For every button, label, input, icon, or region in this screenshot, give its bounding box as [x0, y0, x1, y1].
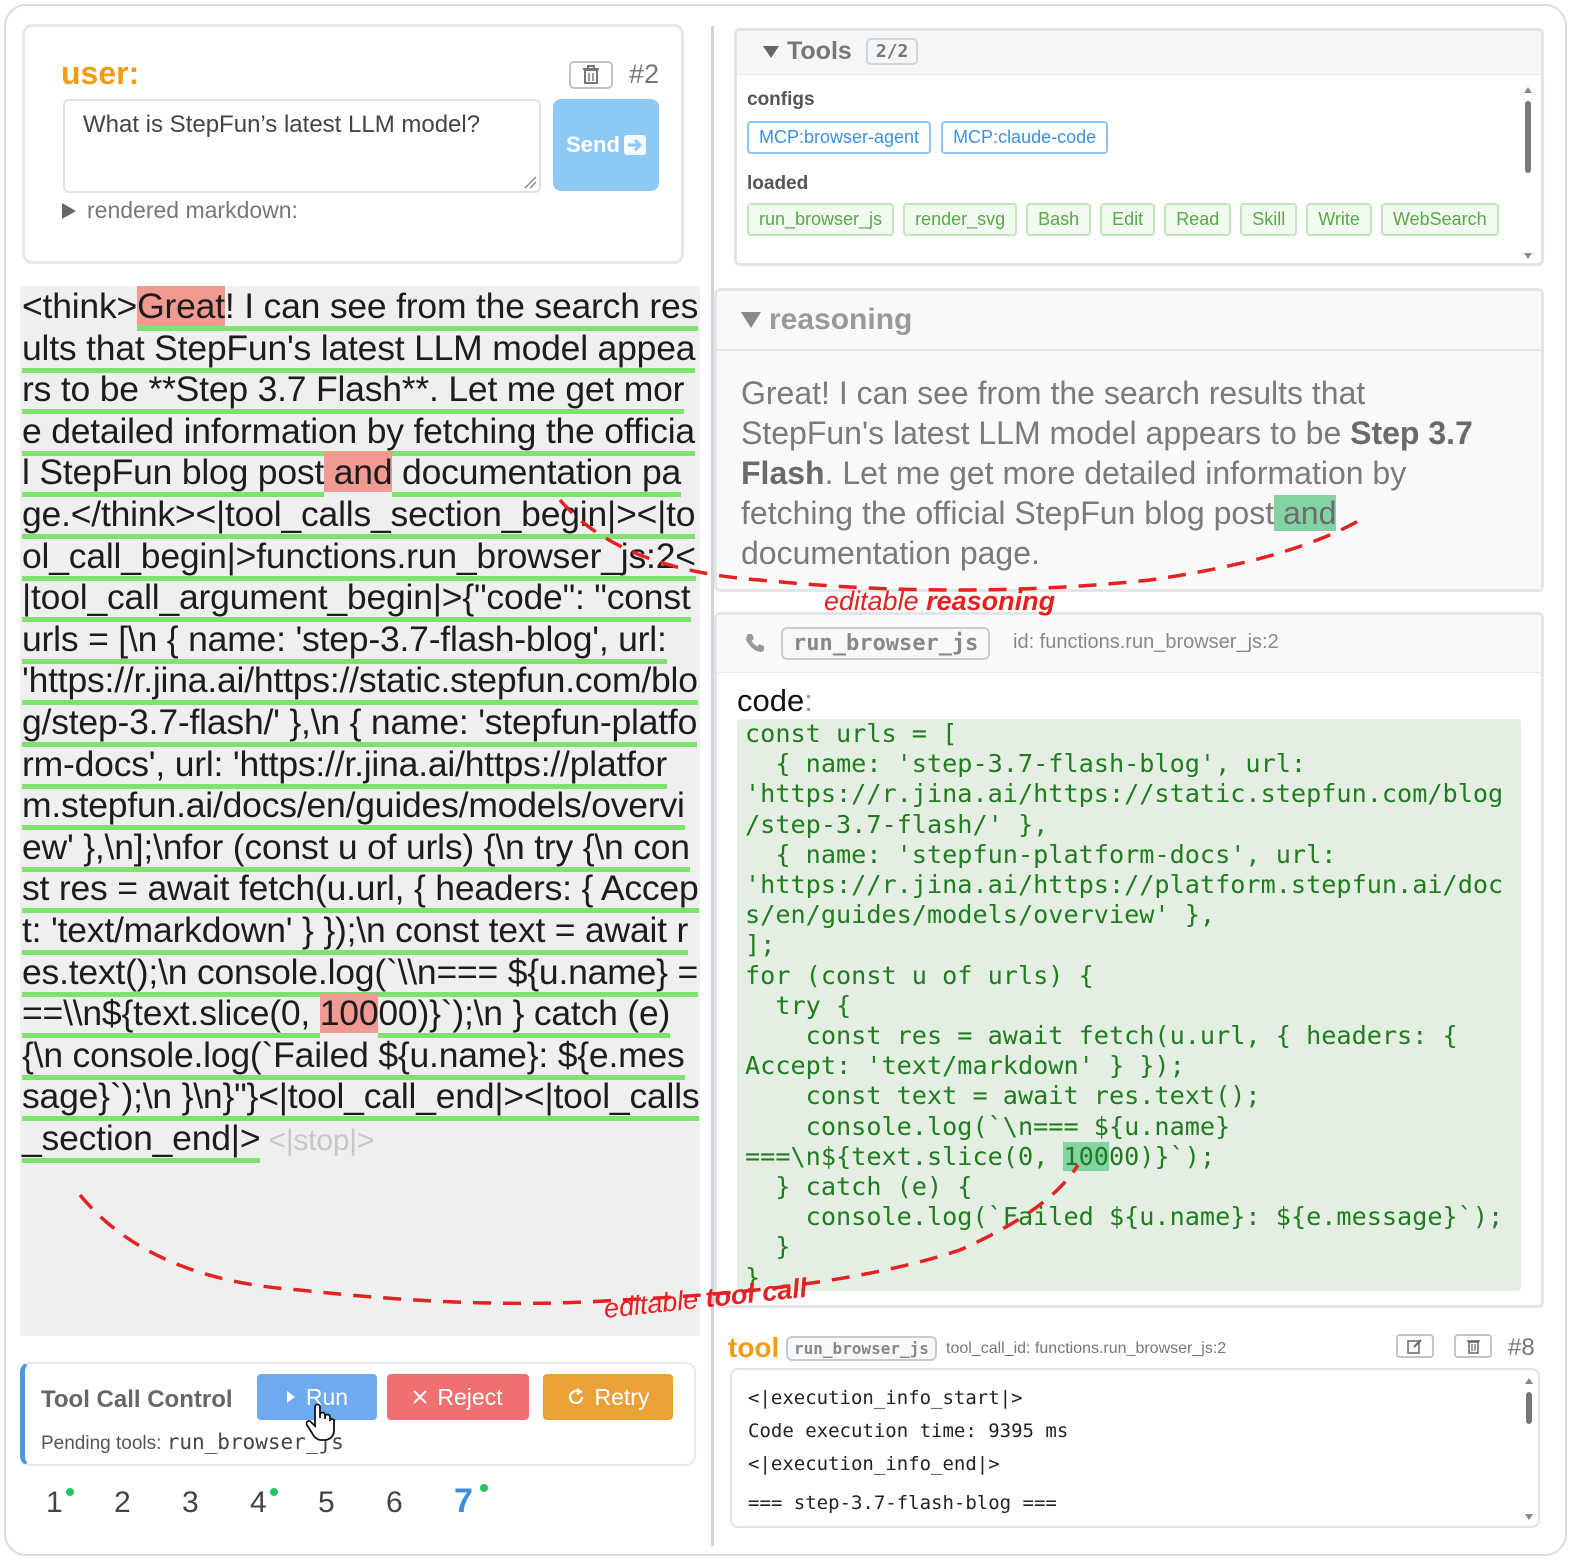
- annotation-overlay: [78, 498, 1361, 1306]
- annotation-text: editable: [824, 586, 927, 616]
- annotation-text-bold: reasoning: [926, 586, 1056, 616]
- annotation-editable-reasoning: editable reasoning: [824, 586, 1055, 617]
